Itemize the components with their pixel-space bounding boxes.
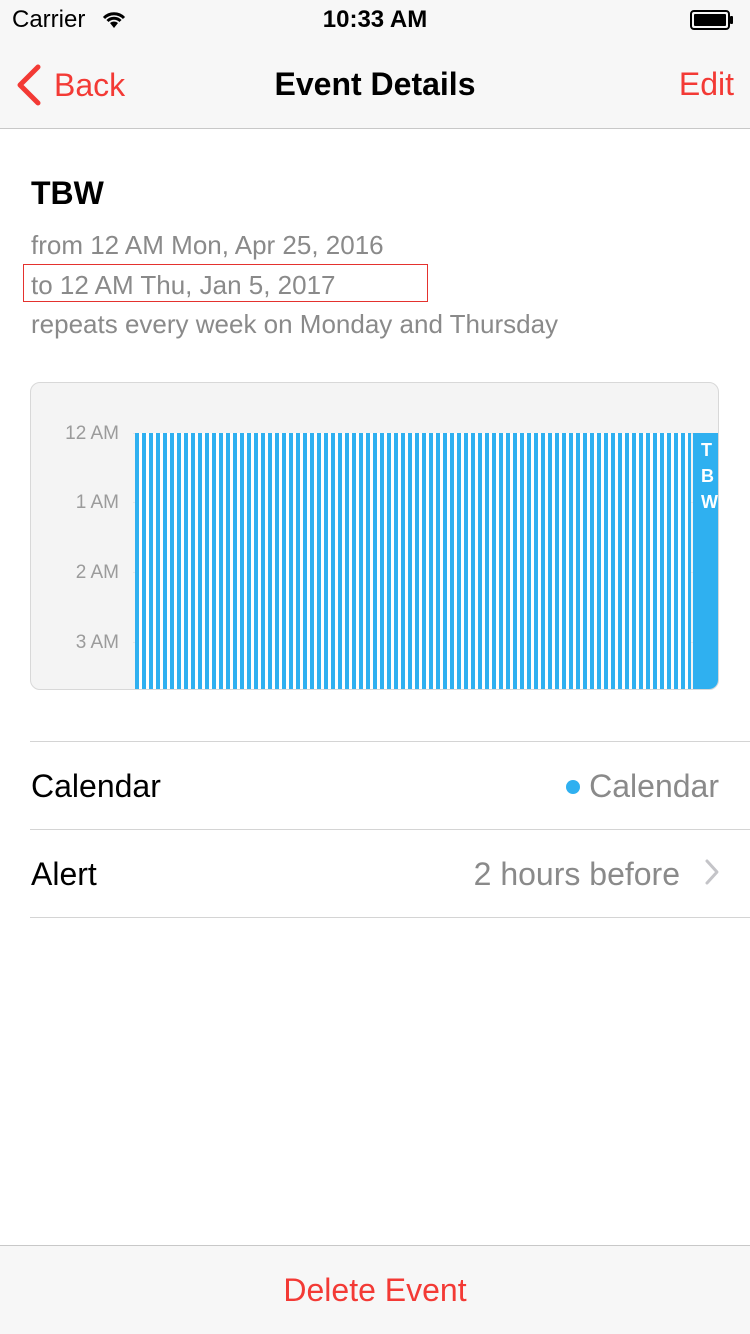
hour-label: 3 AM [75,632,119,653]
status-time: 10:33 AM [322,6,428,33]
divider [30,917,750,918]
alert-row-value: 2 hours before [473,856,680,892]
calendar-row-value: Calendar [589,768,719,804]
event-block[interactable]: TBW [693,433,718,689]
edit-button[interactable]: Edit [679,66,734,103]
overlapping-event-stripes [135,433,691,689]
hour-label: 2 AM [75,562,119,583]
day-preview[interactable]: 12 AM 1 AM 2 AM 3 AM TBW [30,382,719,690]
navigation-bar: Back Event Details Edit [0,40,750,129]
event-title: TBW [31,175,104,211]
event-start-date: from 12 AM Mon, Apr 25, 2016 [31,230,384,260]
page-title: Event Details [274,66,476,102]
status-bar: Carrier 10:33 AM [0,0,750,40]
event-block-label: TBW [701,440,718,512]
event-repeat-rule: repeats every week on Monday and Thursda… [31,309,559,339]
end-date-highlight [23,264,428,302]
chevron-right-icon [705,859,719,885]
calendar-color-dot-icon [566,780,580,794]
bottom-toolbar: Delete Event [0,1245,750,1334]
calendar-row-label: Calendar [31,768,161,804]
hour-label: 1 AM [75,492,119,513]
hour-label: 12 AM [65,423,119,444]
alert-row[interactable]: Alert 2 hours before [0,830,750,917]
battery-icon [690,10,733,30]
alert-row-label: Alert [31,856,97,892]
calendar-row[interactable]: Calendar Calendar [0,742,750,829]
delete-event-button[interactable]: Delete Event [0,1272,750,1309]
